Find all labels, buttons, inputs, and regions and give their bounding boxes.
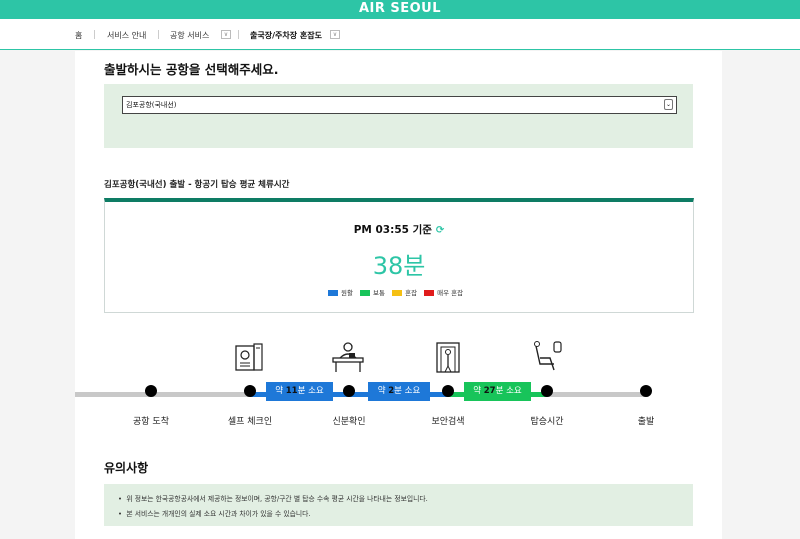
chevron-down-icon[interactable]: ∨ — [330, 30, 340, 39]
legend-swatch — [392, 290, 403, 296]
legend-label: 원활 — [341, 289, 353, 297]
legend-item: 보통 — [360, 287, 385, 297]
stage-label-boarding: 탑승시간 — [530, 417, 564, 427]
content-panel: 출발하시는 공항을 선택해주세요. 김포공항(국내선) ⌄ 김포공항(국내선) … — [75, 51, 722, 539]
breadcrumb-divider — [238, 30, 239, 39]
breadcrumb-airport-service[interactable]: 공항 서비스 — [170, 30, 209, 41]
page-title: 출발하시는 공항을 선택해주세요. — [104, 62, 279, 77]
legend-label: 혼잡 — [405, 289, 418, 297]
time-label-row: PM 03:55 기준 ⟳ — [105, 222, 693, 237]
time-label: PM 03:55 기준 — [353, 224, 432, 236]
chevron-down-icon[interactable]: ⌄ — [664, 99, 673, 110]
breadcrumb: 홈 서비스 안내 공항 서비스 ∨ 출국장/주차장 혼잡도 ∨ — [0, 19, 800, 50]
breadcrumb-divider — [94, 30, 95, 39]
stage-dot — [541, 385, 553, 397]
chevron-down-icon[interactable]: ∨ — [221, 30, 231, 39]
refresh-icon[interactable]: ⟳ — [436, 225, 444, 236]
note-item: • 본 서비스는 개개인의 실제 소요 시간과 차이가 있을 수 있습니다. — [118, 510, 311, 518]
stage-dot — [640, 385, 652, 397]
badge-minutes: 11 — [285, 386, 298, 396]
badge-suffix: 분 소요 — [394, 386, 421, 396]
security-gate-icon — [436, 342, 460, 373]
legend-item: 혼잡 — [392, 287, 417, 297]
legend-label: 매우 혼잡 — [437, 289, 464, 297]
passport-checkin-icon — [235, 343, 263, 371]
stage-label-arrival: 공항 도착 — [133, 417, 169, 427]
legend-swatch — [424, 290, 435, 296]
badge-prefix: 약 — [275, 386, 286, 396]
top-bar: AIR SEOUL — [0, 0, 800, 19]
stage-label-security: 보안검색 — [431, 417, 465, 427]
notes-title: 유의사항 — [104, 461, 149, 475]
congestion-legend: 원활 보통 혼잡 매우 혼잡 — [328, 287, 468, 297]
airport-select[interactable]: 김포공항(국내선) ⌄ — [122, 96, 677, 114]
segment-duration-badge: 약 2분 소요 — [368, 382, 430, 401]
wait-time-box: PM 03:55 기준 ⟳ 38분 원활 보통 혼잡 매우 혼잡 — [104, 198, 694, 313]
stage-dot — [244, 385, 256, 397]
segment-duration-badge: 약 27분 소요 — [464, 382, 531, 401]
badge-minutes: 27 — [483, 386, 496, 396]
stage-label-id-check: 신분확인 — [332, 417, 366, 427]
legend-label: 보통 — [373, 289, 386, 297]
note-item: • 위 정보는 한국공항공사에서 제공하는 정보이며, 공항/구간 별 탑승 수… — [118, 495, 428, 503]
stage-dot — [343, 385, 355, 397]
breadcrumb-congestion[interactable]: 출국장/주차장 혼잡도 — [250, 30, 322, 41]
id-check-desk-icon — [332, 342, 364, 372]
breadcrumb-home[interactable]: 홈 — [75, 30, 82, 41]
airport-select-value: 김포공항(국내선) — [126, 101, 177, 109]
note-text: 본 서비스는 개개인의 실제 소요 시간과 차이가 있을 수 있습니다. — [126, 510, 311, 518]
badge-suffix: 분 소요 — [297, 386, 324, 396]
airport-select-box: 김포공항(국내선) ⌄ — [104, 84, 693, 148]
stage-dot — [442, 385, 454, 397]
badge-suffix: 분 소요 — [495, 386, 522, 396]
breadcrumb-divider — [158, 30, 159, 39]
legend-item: 매우 혼잡 — [424, 287, 463, 297]
legend-swatch — [328, 290, 338, 296]
total-minutes: 38분 — [372, 252, 426, 280]
segment-duration-badge: 약 11분 소요 — [266, 382, 333, 401]
legend-swatch — [360, 290, 371, 296]
note-text: 위 정보는 한국공항공사에서 제공하는 정보이며, 공항/구간 별 탑승 수속 … — [126, 495, 428, 503]
stage-label-departure: 출발 — [637, 417, 655, 427]
badge-prefix: 약 — [377, 386, 389, 396]
brand-logo[interactable]: AIR SEOUL — [0, 1, 800, 16]
badge-prefix: 약 — [473, 386, 484, 396]
boarding-seat-icon — [534, 341, 562, 371]
legend-item: 원활 — [328, 287, 353, 297]
breadcrumb-service-info[interactable]: 서비스 안내 — [107, 30, 146, 41]
notes-box: • 위 정보는 한국공항공사에서 제공하는 정보이며, 공항/구간 별 탑승 수… — [104, 484, 693, 526]
section-subtitle: 김포공항(국내선) 출발 - 항공기 탑승 평균 체류시간 — [104, 180, 290, 190]
stage-label-self-checkin: 셀프 체크인 — [227, 417, 273, 427]
stage-dot — [145, 385, 157, 397]
